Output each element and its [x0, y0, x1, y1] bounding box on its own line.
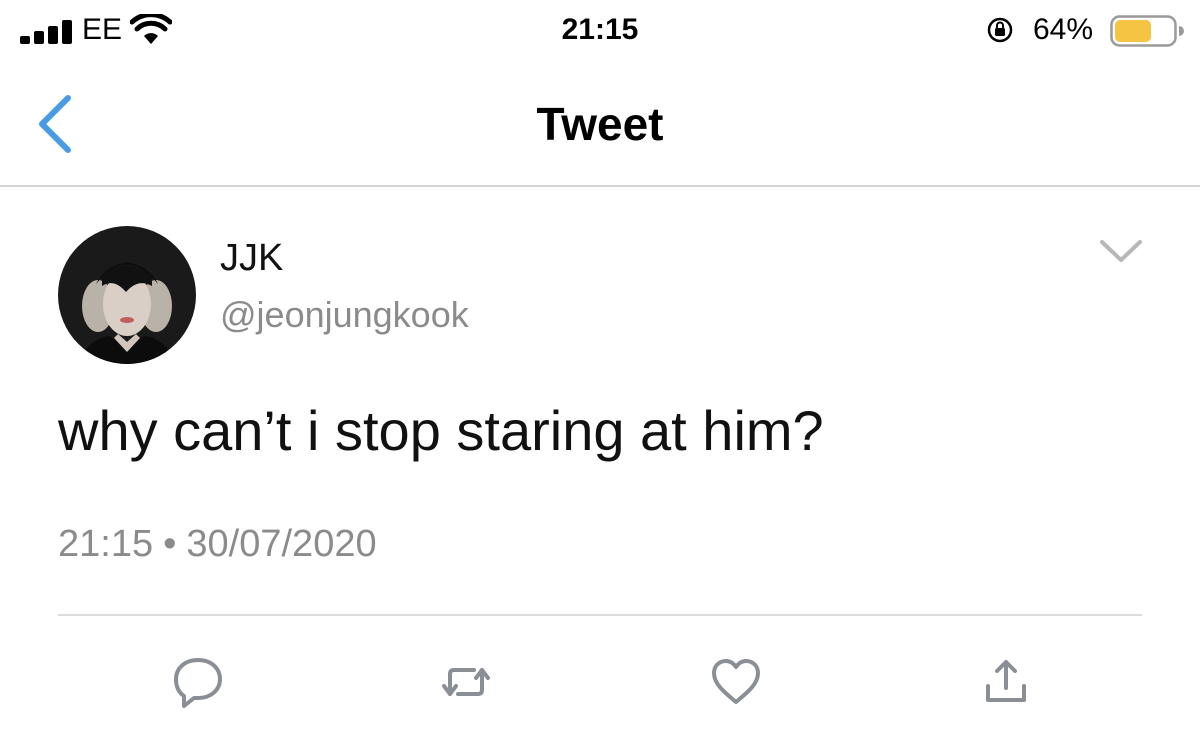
nav-bar: Tweet: [0, 64, 1200, 185]
retweet-icon: [442, 668, 490, 696]
separator-dot: •: [163, 523, 177, 565]
avatar-image: [58, 226, 196, 364]
user-handle[interactable]: @jeonjungkook: [220, 294, 469, 336]
reply-icon: [174, 658, 222, 708]
like-button[interactable]: [706, 652, 766, 712]
battery-percent: 64%: [1033, 13, 1094, 46]
status-bar: EE 21:15 64%: [0, 0, 1200, 64]
nav-divider: [0, 185, 1200, 187]
battery-icon: [1110, 15, 1184, 47]
chevron-down-icon[interactable]: [1098, 236, 1144, 266]
display-name[interactable]: JJK: [220, 236, 283, 280]
tweet-timestamp: 21:15 • 30/07/2020: [58, 522, 377, 566]
share-button[interactable]: [976, 652, 1036, 712]
reply-button[interactable]: [168, 652, 228, 712]
tweet-date: 30/07/2020: [186, 523, 377, 565]
tweet-text: why can’t i stop staring at him?: [58, 399, 824, 462]
action-divider: [58, 614, 1142, 616]
status-time: 21:15: [561, 13, 639, 46]
heart-icon: [712, 659, 760, 704]
tweet-time: 21:15: [58, 523, 154, 565]
page-title: Tweet: [536, 98, 664, 150]
retweet-button[interactable]: [436, 652, 496, 712]
avatar[interactable]: [58, 226, 196, 364]
rotation-lock-icon: [987, 17, 1013, 43]
share-icon: [986, 660, 1026, 702]
